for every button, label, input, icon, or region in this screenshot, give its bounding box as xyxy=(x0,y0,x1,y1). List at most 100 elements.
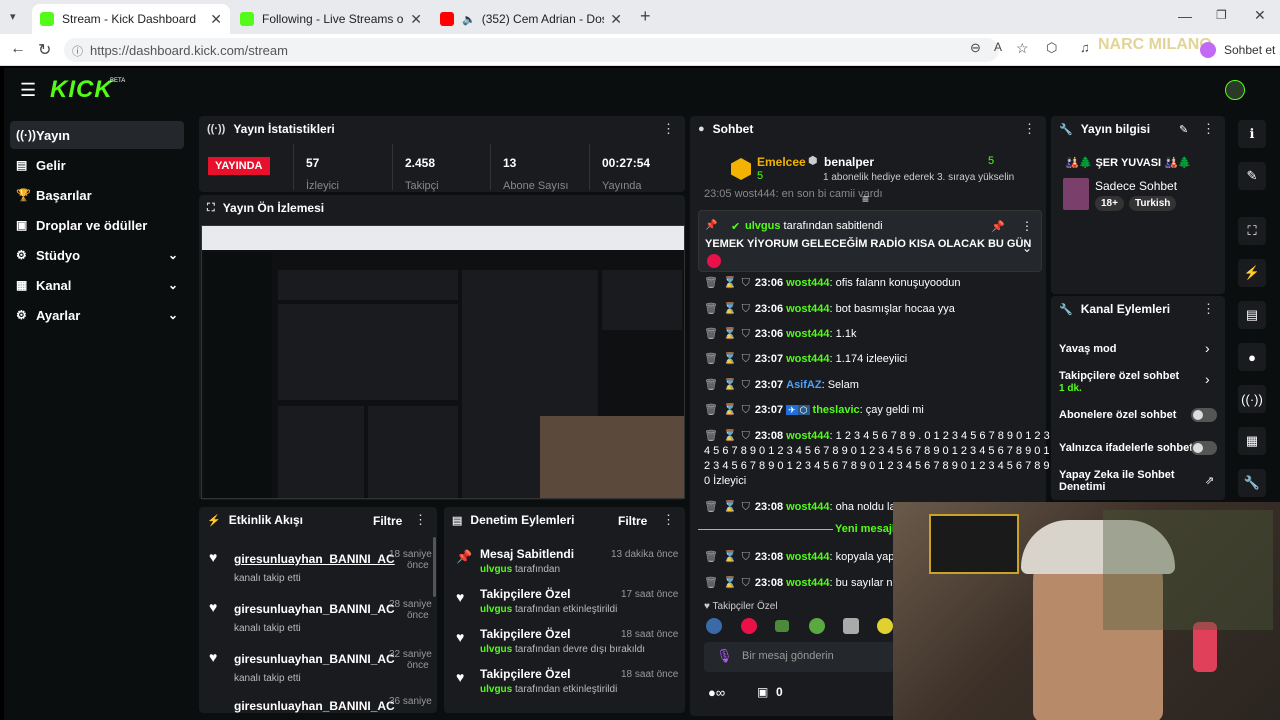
microphone-icon[interactable]: 🎙 xyxy=(716,648,733,664)
delete-icon[interactable]: 🗑 xyxy=(704,577,718,589)
browser-tab-youtube[interactable]: 🔈 (352) Cem Adrian - Dostum (L ✕ xyxy=(432,4,630,34)
preview-icon[interactable]: ⛶ xyxy=(1238,217,1266,245)
emote-icon[interactable] xyxy=(877,618,893,634)
chat-user[interactable]: wost444 xyxy=(786,430,829,442)
gift-icon[interactable]: ▣ xyxy=(757,685,768,699)
category-thumbnail[interactable] xyxy=(1063,178,1089,210)
slow-mode-row[interactable]: Yavaş mod › xyxy=(1059,340,1219,360)
moderation-user[interactable]: ulvgus xyxy=(480,604,512,615)
sidebar-item-revenue[interactable]: ▤ Gelir xyxy=(10,151,184,179)
sidebar-item-studio[interactable]: ⚙ Stüdyo ⌄ xyxy=(10,241,184,269)
edit-icon[interactable]: ✎ xyxy=(1179,123,1188,136)
extensions-icon[interactable]: ⬡ xyxy=(1046,40,1057,56)
chat-user[interactable]: wost444 xyxy=(786,277,829,289)
kick-logo[interactable]: KICK xyxy=(50,76,113,104)
dashboard-icon[interactable]: ▦ xyxy=(1238,427,1266,455)
sidebar-item-channel[interactable]: ▦ Kanal ⌄ xyxy=(10,271,184,299)
chat-user[interactable]: wost444 xyxy=(786,303,829,315)
chat-user[interactable]: wost444 xyxy=(786,551,829,563)
more-options-icon[interactable]: ⋮ xyxy=(1202,301,1215,317)
timeout-icon[interactable]: ⌛ xyxy=(723,303,737,315)
category-name[interactable]: Sadece Sohbet xyxy=(1095,179,1177,193)
emote-icon[interactable] xyxy=(775,620,789,632)
collapse-icon[interactable]: ≡ xyxy=(862,192,869,206)
chat-user[interactable]: wost444 xyxy=(786,328,829,340)
chat-user[interactable]: wost444 xyxy=(786,501,829,513)
delete-icon[interactable]: 🗑 xyxy=(704,430,718,442)
more-options-icon[interactable]: ⋮ xyxy=(414,512,427,528)
back-icon[interactable]: ← xyxy=(10,40,26,58)
chat-user[interactable]: AsifAZ xyxy=(786,379,821,391)
favorite-icon[interactable]: ☆ xyxy=(1016,40,1029,57)
activity-filter-button[interactable]: Filtre xyxy=(373,514,402,528)
more-options-icon[interactable]: ⋮ xyxy=(1202,121,1215,137)
ai-moderation-row[interactable]: Yapay Zeka ile Sohbet Denetimi ⇗ xyxy=(1059,468,1219,496)
delete-icon[interactable]: 🗑 xyxy=(704,501,718,513)
new-tab-icon[interactable]: + xyxy=(640,6,651,27)
chat-user[interactable]: wost444 xyxy=(786,577,829,589)
stream-icon[interactable]: ((·)) xyxy=(1238,385,1266,413)
browser-tab-following[interactable]: Following - Live Streams on Kick ✕ xyxy=(232,4,430,34)
speaker-icon[interactable]: 🔈 xyxy=(462,13,476,26)
maximize-icon[interactable]: ❐ xyxy=(1216,8,1227,22)
copilot-icon[interactable] xyxy=(1200,42,1216,58)
delete-icon[interactable]: 🗑 xyxy=(704,328,718,340)
edit-icon[interactable]: ✎ xyxy=(1238,162,1266,190)
more-options-icon[interactable]: ⋮ xyxy=(1023,121,1036,137)
activity-user[interactable]: giresunluayhan_BANINI_AC xyxy=(234,552,395,566)
timeout-icon[interactable]: ⌛ xyxy=(723,577,737,589)
moderation-user[interactable]: ulvgus xyxy=(480,684,512,695)
sidebar-item-settings[interactable]: ⚙ Ayarlar ⌄ xyxy=(10,301,184,329)
sidebar-item-drops[interactable]: ▣ Droplar ve ödüller xyxy=(10,211,184,239)
chat-icon[interactable]: ● xyxy=(1238,343,1266,371)
delete-icon[interactable]: 🗑 xyxy=(704,277,718,289)
close-tab-icon[interactable]: ✕ xyxy=(610,11,622,28)
menu-icon[interactable]: ☰ xyxy=(20,80,36,101)
timeout-icon[interactable]: ⌛ xyxy=(723,501,737,513)
pinned-user[interactable]: ulvgus xyxy=(745,220,780,232)
reload-icon[interactable]: ↻ xyxy=(38,40,51,60)
timeout-icon[interactable]: ⌛ xyxy=(723,379,737,391)
receiver-name[interactable]: benalper xyxy=(824,155,874,169)
emote-icon[interactable] xyxy=(809,618,825,634)
chat-user[interactable]: wost444 xyxy=(786,353,829,365)
new-messages-label[interactable]: Yeni mesajl xyxy=(833,523,897,535)
bolt-icon[interactable]: ⚡ xyxy=(1238,259,1266,287)
sidebar-item-stream[interactable]: ((·)) Yayın xyxy=(10,121,184,149)
zoom-icon[interactable]: ⊖ xyxy=(970,40,981,56)
read-aloud-icon[interactable]: A xyxy=(994,40,1002,54)
emote-icon[interactable] xyxy=(741,618,757,634)
info-icon[interactable]: ℹ xyxy=(1238,120,1266,148)
emote-only-toggle[interactable] xyxy=(1191,441,1217,455)
site-info-icon[interactable]: ⓘ xyxy=(72,43,83,59)
chevron-down-icon[interactable]: ⌄ xyxy=(1022,241,1032,255)
close-window-icon[interactable]: ✕ xyxy=(1254,7,1266,24)
unpin-icon[interactable]: 📌 xyxy=(991,220,1005,233)
user-avatar[interactable] xyxy=(1225,80,1245,100)
timeout-icon[interactable]: ⌛ xyxy=(723,328,737,340)
more-options-icon[interactable]: ⋮ xyxy=(662,121,675,137)
timeout-icon[interactable]: ⌛ xyxy=(723,277,737,289)
browser-tab-dashboard[interactable]: Stream - Kick Dashboard ✕ xyxy=(32,4,230,34)
tab-list-icon[interactable]: ▾ xyxy=(10,10,16,23)
url-field[interactable]: ⓘ https://dashboard.kick.com/stream xyxy=(64,38,999,62)
sidebar-chat-button[interactable]: Sohbet et xyxy=(1224,43,1275,57)
subscriber-only-toggle[interactable] xyxy=(1191,408,1217,422)
timeout-icon[interactable]: ⌛ xyxy=(723,353,737,365)
stream-preview-video[interactable] xyxy=(201,225,685,499)
more-options-icon[interactable]: ⋮ xyxy=(1021,219,1033,233)
activity-user[interactable]: giresunluayhan_BANINI_AC xyxy=(234,602,395,616)
timeout-icon[interactable]: ⌛ xyxy=(723,404,737,416)
delete-icon[interactable]: 🗑 xyxy=(704,404,718,416)
close-tab-icon[interactable]: ✕ xyxy=(210,11,222,28)
timeout-icon[interactable]: ⌛ xyxy=(723,551,737,563)
media-icon[interactable]: ♫ xyxy=(1080,40,1090,55)
delete-icon[interactable]: 🗑 xyxy=(704,551,718,563)
follower-only-row[interactable]: Takipçilere özel sohbet 1 dk. › xyxy=(1059,368,1219,396)
close-tab-icon[interactable]: ✕ xyxy=(410,11,422,28)
activity-user[interactable]: giresunluayhan_BANINI_AC xyxy=(234,699,395,713)
emote-icon[interactable] xyxy=(706,618,722,634)
moderation-user[interactable]: ulvgus xyxy=(480,564,512,575)
more-options-icon[interactable]: ⋮ xyxy=(662,512,675,528)
chat-input[interactable]: 🎙 Bir mesaj gönderin xyxy=(704,642,894,672)
